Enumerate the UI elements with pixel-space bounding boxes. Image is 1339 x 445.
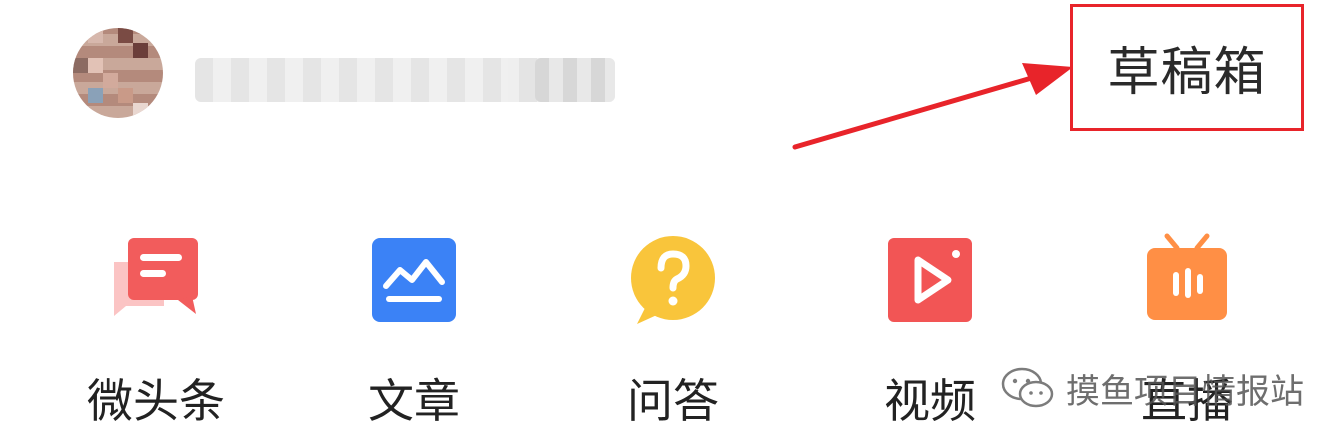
live-icon [1147,233,1227,320]
menu-label-micro-headline: 微头条 [87,374,225,428]
menu-label-qa: 问答 [627,374,719,428]
article-icon [372,238,456,322]
micro-headline-icon [114,238,198,316]
menu-item-article[interactable]: 文章 [314,230,514,430]
username-blurred [195,58,615,102]
watermark: 摸鱼项目情报站 [1000,358,1304,418]
drafts-label: 草稿箱 [1107,43,1267,103]
menu-item-micro-headline[interactable]: 微头条 [56,230,256,430]
watermark-text: 摸鱼项目情报站 [1066,371,1304,412]
wechat-icon [1001,367,1054,408]
menu-label-article: 文章 [368,374,460,428]
video-icon [888,238,972,322]
menu-item-qa[interactable]: 问答 [573,230,773,430]
annotation-arrow [792,63,1073,150]
drafts-button[interactable]: 草稿箱 [1070,4,1304,131]
user-avatar[interactable] [73,28,163,118]
qa-icon [631,236,715,324]
